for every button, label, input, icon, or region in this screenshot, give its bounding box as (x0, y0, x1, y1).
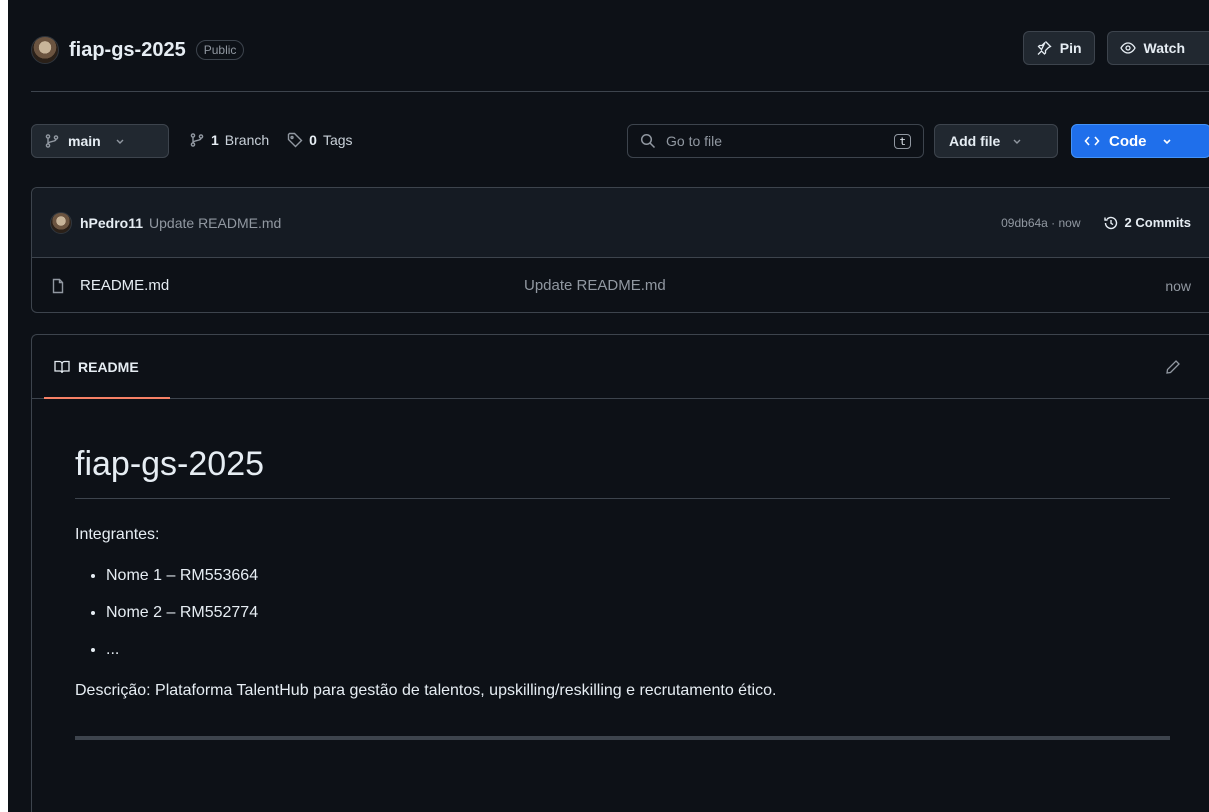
commits-link[interactable]: 2 Commits (1103, 215, 1191, 231)
readme-intro: Integrantes: (75, 526, 160, 543)
active-tab-underline (44, 397, 170, 399)
commit-meta: 09db64a · now 2 Commits (1001, 215, 1191, 231)
readme-title: fiap-gs-2025 (75, 445, 1170, 499)
watch-label: Watch (1143, 40, 1185, 56)
pin-icon (1037, 41, 1052, 55)
author-avatar[interactable] (50, 211, 72, 234)
latest-commit-row: hPedro11 Update README.md 09db64a · now … (32, 188, 1209, 258)
list-item: Nome 1 – RM553664 (106, 564, 1170, 588)
repo-header: fiap-gs-2025 Public (31, 28, 245, 72)
eye-icon (1119, 42, 1136, 54)
commit-author[interactable]: hPedro11 (80, 215, 143, 231)
readme-tab-label: README (78, 358, 139, 375)
readme-header: README (32, 335, 1209, 399)
branches-link[interactable]: 1 Branch (189, 132, 269, 148)
list-item: Nome 2 – RM552774 (106, 601, 1170, 625)
pin-label: Pin (1059, 40, 1082, 56)
book-icon (54, 360, 70, 373)
add-file-label: Add file (949, 133, 1001, 149)
chevron-down-icon (1162, 139, 1171, 145)
tag-count: 0 (309, 132, 317, 148)
members-list: Nome 1 – RM553664 Nome 2 – RM552774 ... (75, 564, 1170, 662)
file-commit-time: now (1165, 277, 1191, 294)
git-branch-icon (190, 133, 204, 147)
tag-icon (287, 132, 303, 148)
tags-link[interactable]: 0 Tags (287, 132, 353, 148)
readme-description: Descrição: Plataforma TalentHub para ges… (75, 682, 777, 699)
file-toolbar: main 1 Branch 0 Tags Go to file t Add fi… (31, 124, 1209, 166)
visibility-badge: Public (195, 40, 245, 60)
branch-count: 1 (211, 132, 219, 148)
owner-avatar[interactable] (31, 36, 59, 64)
readme-panel: README fiap-gs-2025 Integrantes: Nome 1 … (31, 334, 1209, 812)
pin-button[interactable]: Pin (1022, 31, 1095, 65)
go-to-file-placeholder: Go to file (666, 133, 723, 149)
branch-selector[interactable]: main (31, 124, 169, 158)
watch-button[interactable]: Watch (1106, 31, 1209, 65)
commit-message[interactable]: Update README.md (149, 215, 281, 231)
go-to-file-input[interactable]: Go to file t (627, 124, 924, 158)
code-button[interactable]: Code (1071, 124, 1209, 158)
commits-count: 2 Commits (1124, 215, 1191, 230)
header-divider (31, 91, 1209, 92)
readme-tab[interactable]: README (54, 359, 139, 375)
readme-divider (75, 736, 1170, 740)
repo-name[interactable]: fiap-gs-2025 (69, 39, 186, 62)
branch-name: main (68, 133, 101, 149)
add-file-button[interactable]: Add file (934, 124, 1058, 158)
window-edge (0, 0, 8, 812)
chevron-down-icon (116, 139, 124, 144)
repo-actions: Pin Watch (1022, 31, 1209, 65)
code-label: Code (1109, 132, 1147, 150)
code-icon (1084, 136, 1100, 146)
shortcut-key: t (894, 133, 911, 149)
history-icon (1103, 216, 1117, 229)
commit-hash-time[interactable]: 09db64a · now (1001, 216, 1080, 230)
file-name[interactable]: README.md (80, 277, 169, 294)
chevron-down-icon (1013, 139, 1021, 144)
file-list: hPedro11 Update README.md 09db64a · now … (31, 187, 1209, 313)
git-branch-icon (45, 134, 59, 148)
readme-content: fiap-gs-2025 Integrantes: Nome 1 – RM553… (75, 445, 1170, 740)
list-item: ... (106, 638, 1170, 662)
repo-meta-links: 1 Branch 0 Tags (189, 132, 353, 148)
file-commit-message[interactable]: Update README.md (524, 277, 666, 294)
tag-count-label: Tags (322, 132, 353, 148)
pencil-icon[interactable] (1165, 359, 1181, 375)
repo-page: fiap-gs-2025 Public Pin Watch main 1 Bra… (0, 0, 1209, 812)
search-icon (640, 133, 656, 149)
branch-count-label: Branch (224, 132, 270, 148)
file-row[interactable]: README.md Update README.md now (32, 258, 1209, 313)
file-icon (52, 278, 64, 293)
